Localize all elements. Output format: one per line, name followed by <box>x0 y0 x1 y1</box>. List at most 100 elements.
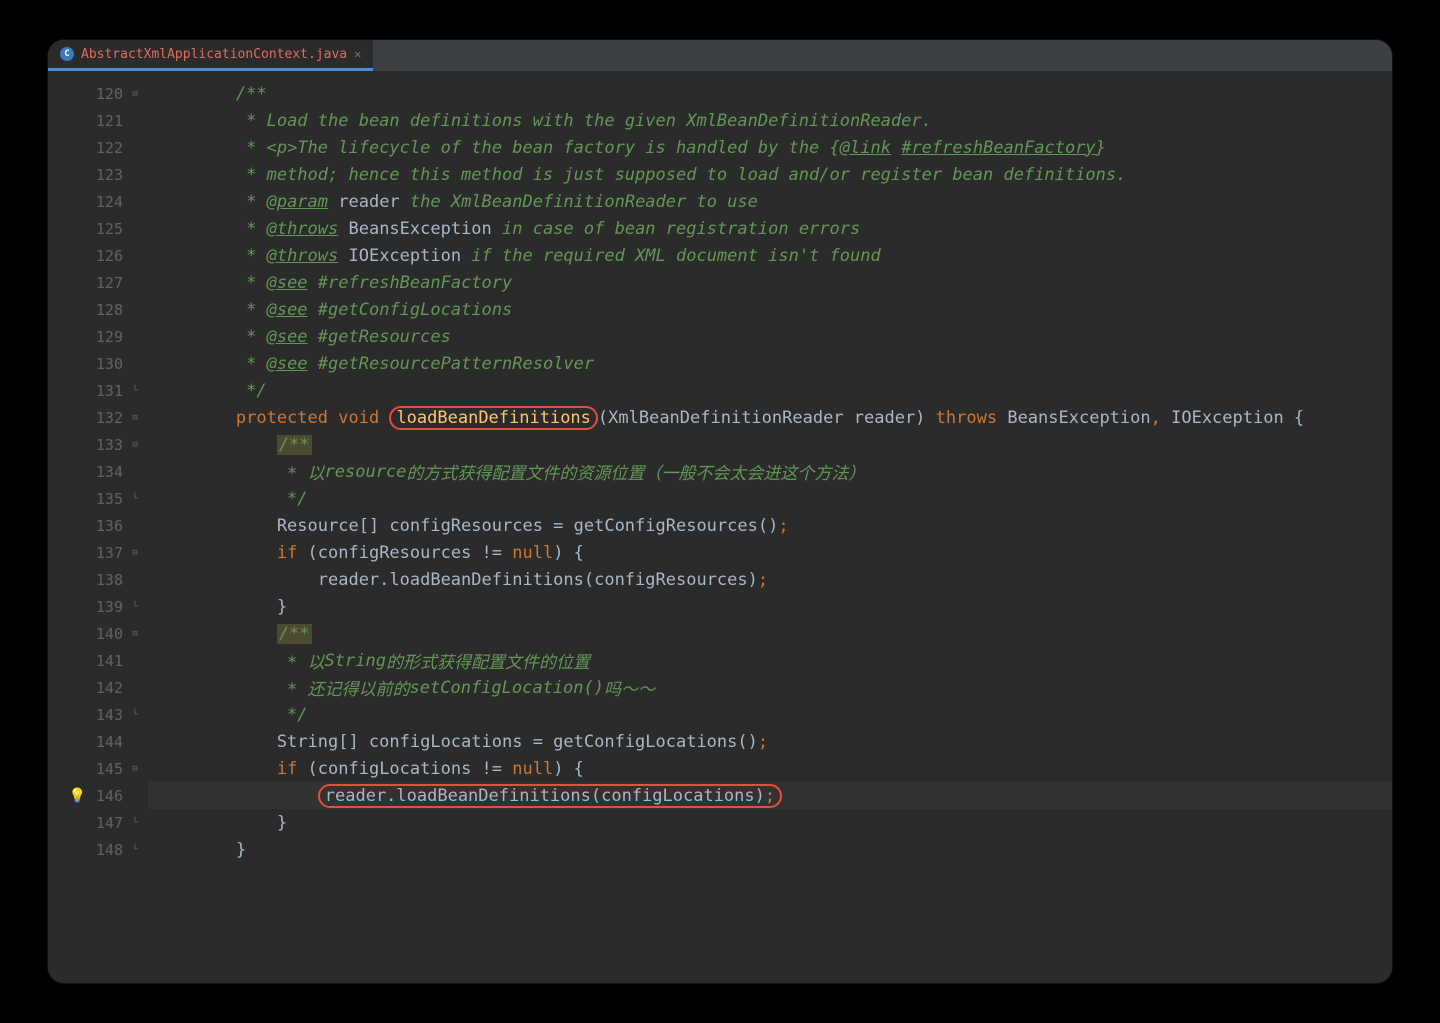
fold-icon[interactable]: └ <box>130 845 140 855</box>
code-line[interactable]: */ <box>148 485 1392 512</box>
line-number: 138 <box>87 571 123 589</box>
code-line[interactable]: Resource[] configResources = getConfigRe… <box>148 512 1392 539</box>
code-token: null <box>512 759 553 779</box>
code-line[interactable]: * @see #refreshBeanFactory <box>148 269 1392 296</box>
line-number: 121 <box>87 112 123 130</box>
tab-active[interactable]: C AbstractXmlApplicationContext.java ✕ <box>48 40 373 71</box>
code-token <box>308 300 318 320</box>
code-line[interactable]: String[] configLocations = getConfigLoca… <box>148 728 1392 755</box>
line-number: 143 <box>87 706 123 724</box>
code-token: ; <box>765 786 775 806</box>
gutter-row[interactable]: 138 <box>48 566 148 593</box>
code-line[interactable]: /** <box>148 80 1392 107</box>
code-token: #getResourcePatternResolver <box>318 354 594 374</box>
code-token: , <box>1151 408 1171 428</box>
fold-icon[interactable]: └ <box>130 710 140 720</box>
gutter[interactable]: 120⊟121122123124125126127128129130131└13… <box>48 72 148 983</box>
gutter-row[interactable]: 120⊟ <box>48 80 148 107</box>
fold-icon[interactable]: ⊟ <box>130 764 140 774</box>
code-token: reader.loadBeanDefinitions(configLocatio… <box>325 786 765 806</box>
line-number: 137 <box>87 544 123 562</box>
code-token <box>154 408 236 428</box>
code-line[interactable]: /** <box>148 620 1392 647</box>
code-line[interactable]: * @throws IOException if the required XM… <box>148 242 1392 269</box>
gutter-row[interactable]: 129 <box>48 323 148 350</box>
gutter-row[interactable]: 137 ⊟ <box>48 539 148 566</box>
code-line[interactable]: } <box>148 809 1392 836</box>
code-line[interactable]: /** <box>148 431 1392 458</box>
fold-icon[interactable]: ⊟ <box>130 629 140 639</box>
code-line[interactable]: reader.loadBeanDefinitions(configResourc… <box>148 566 1392 593</box>
gutter-row[interactable]: 125 <box>48 215 148 242</box>
code-line[interactable]: * 还记得以前的setConfigLocation()吗～～ <box>148 674 1392 701</box>
gutter-row[interactable]: 💡146 <box>48 782 148 809</box>
gutter-row[interactable]: 134 <box>48 458 148 485</box>
code-line[interactable]: * @throws BeansException in case of bean… <box>148 215 1392 242</box>
gutter-row[interactable]: 147└ <box>48 809 148 836</box>
code-token <box>154 435 277 455</box>
fold-icon[interactable]: ⊟ <box>130 413 140 423</box>
code-line[interactable]: * @see #getResourcePatternResolver <box>148 350 1392 377</box>
code-line[interactable]: reader.loadBeanDefinitions(configLocatio… <box>148 782 1392 809</box>
line-number: 128 <box>87 301 123 319</box>
gutter-row[interactable]: 141 <box>48 647 148 674</box>
fold-icon[interactable]: └ <box>130 386 140 396</box>
line-number: 148 <box>87 841 123 859</box>
fold-icon <box>130 332 140 342</box>
code-line[interactable]: * @param reader the XmlBeanDefinitionRea… <box>148 188 1392 215</box>
code-area[interactable]: /** * Load the bean definitions with the… <box>148 72 1392 983</box>
gutter-row[interactable]: 145⊟ <box>48 755 148 782</box>
code-line[interactable]: * 以resource的方式获得配置文件的资源位置（一般不会太会进这个方法） <box>148 458 1392 485</box>
gutter-row[interactable]: 123 <box>48 161 148 188</box>
gutter-row[interactable]: 124 <box>48 188 148 215</box>
code-token: * method; hence this method is just supp… <box>154 165 1126 185</box>
gutter-row[interactable]: 136 <box>48 512 148 539</box>
fold-icon <box>130 575 140 585</box>
gutter-row[interactable]: 140⊟ <box>48 620 148 647</box>
gutter-row[interactable]: 132⊟ <box>48 404 148 431</box>
code-line[interactable]: } <box>148 593 1392 620</box>
code-line[interactable]: * @see #getResources <box>148 323 1392 350</box>
fold-icon[interactable]: ⊟ <box>130 440 140 450</box>
code-token: @see <box>267 354 308 374</box>
gutter-row[interactable]: 131└ <box>48 377 148 404</box>
code-token: the XmlBeanDefinitionReader to use <box>410 192 758 212</box>
gutter-row[interactable]: 139└ <box>48 593 148 620</box>
code-line[interactable]: * Load the bean definitions with the giv… <box>148 107 1392 134</box>
fold-icon[interactable]: ⊟ <box>130 548 140 558</box>
fold-icon[interactable]: └ <box>130 494 140 504</box>
code-token: ; <box>758 732 768 752</box>
gutter-row[interactable]: 126 <box>48 242 148 269</box>
gutter-row[interactable]: 135└ <box>48 485 148 512</box>
gutter-row[interactable]: 148 └ <box>48 836 148 863</box>
fold-icon[interactable]: └ <box>130 602 140 612</box>
close-icon[interactable]: ✕ <box>354 47 361 61</box>
gutter-row[interactable]: 130 <box>48 350 148 377</box>
gutter-row[interactable]: 122 <box>48 134 148 161</box>
code-line[interactable]: */ <box>148 377 1392 404</box>
code-token: */ <box>154 381 267 401</box>
code-line[interactable]: if (configLocations != null) { <box>148 755 1392 782</box>
code-line[interactable]: */ <box>148 701 1392 728</box>
code-line[interactable]: if (configResources != null) { <box>148 539 1392 566</box>
intention-bulb-icon[interactable]: 💡 <box>69 788 86 804</box>
code-line[interactable]: * @see #getConfigLocations <box>148 296 1392 323</box>
fold-icon <box>130 170 140 180</box>
gutter-row[interactable]: 127 <box>48 269 148 296</box>
gutter-row[interactable]: 144 <box>48 728 148 755</box>
code-token: 的形式获得配置文件的位置 <box>386 648 590 673</box>
code-token: } <box>154 813 287 833</box>
code-line[interactable]: * <p>The lifecycle of the bean factory i… <box>148 134 1392 161</box>
fold-icon[interactable]: └ <box>130 818 140 828</box>
gutter-row[interactable]: 143 └ <box>48 701 148 728</box>
gutter-row[interactable]: 128 <box>48 296 148 323</box>
code-line[interactable]: protected void loadBeanDefinitions(XmlBe… <box>148 404 1392 431</box>
code-line[interactable]: * 以String的形式获得配置文件的位置 <box>148 647 1392 674</box>
code-line[interactable]: * method; hence this method is just supp… <box>148 161 1392 188</box>
fold-icon[interactable]: ⊟ <box>130 89 140 99</box>
editor[interactable]: 120⊟121122123124125126127128129130131└13… <box>48 72 1392 983</box>
gutter-row[interactable]: 142 <box>48 674 148 701</box>
code-line[interactable]: } <box>148 836 1392 863</box>
gutter-row[interactable]: 121 <box>48 107 148 134</box>
gutter-row[interactable]: 133⊟ <box>48 431 148 458</box>
